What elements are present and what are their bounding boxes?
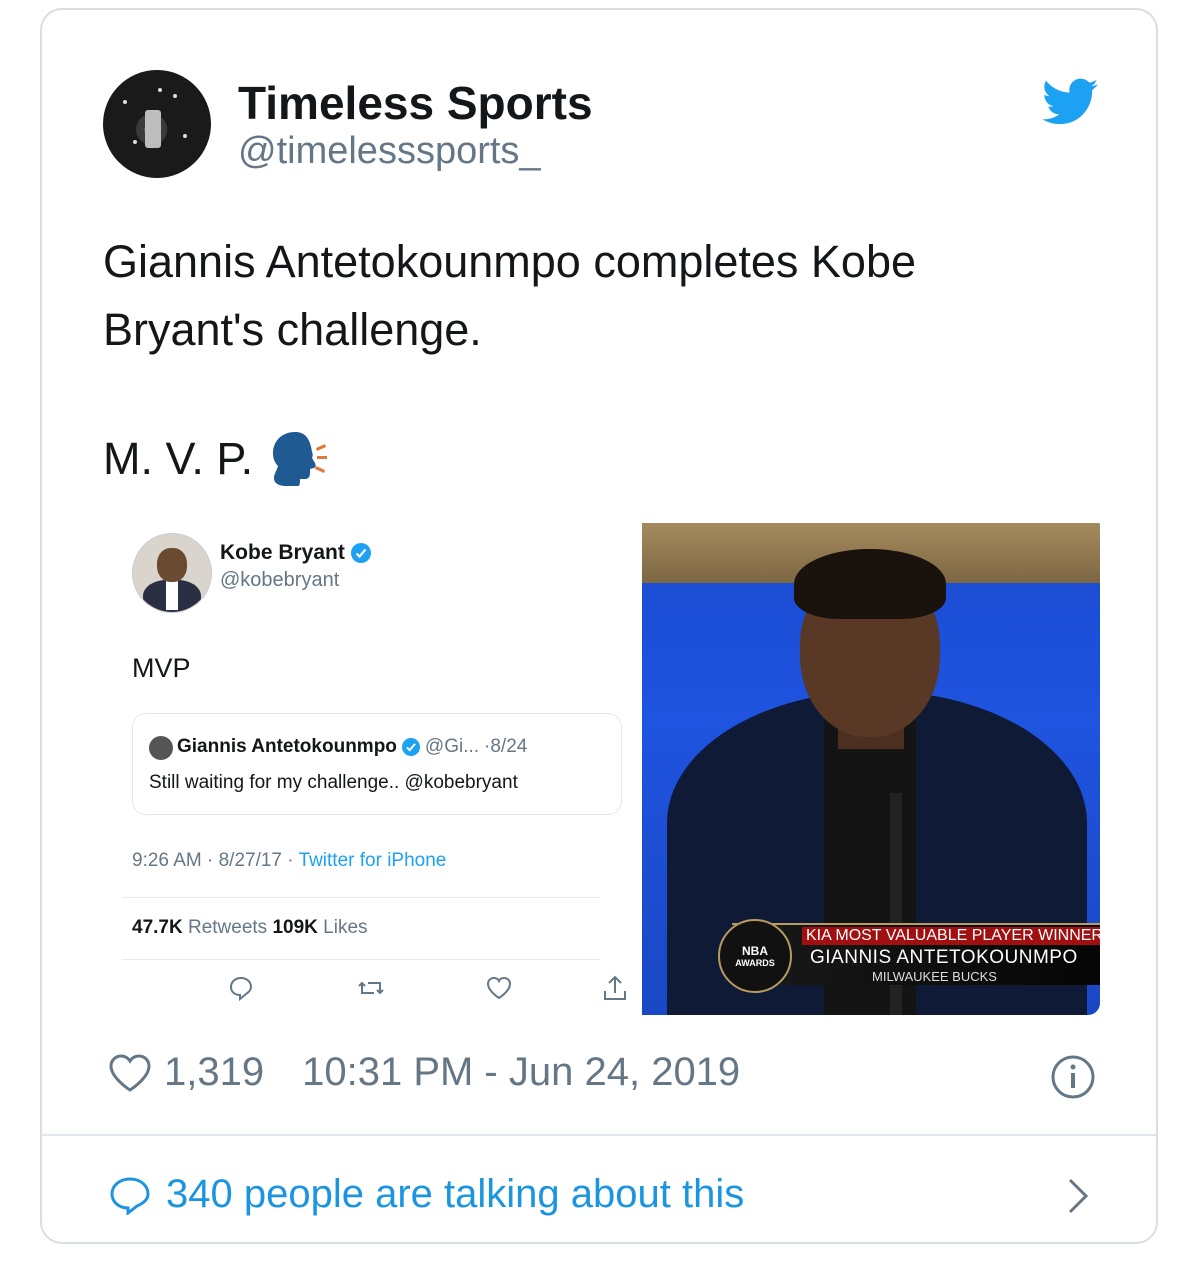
avatar-face	[157, 548, 187, 582]
conversation-link[interactable]: 340 people are talking about this	[108, 1172, 744, 1217]
like-count[interactable]: 1,319	[164, 1050, 264, 1095]
embedded-tweet-text: MVP	[132, 653, 191, 683]
team-name: MILWAUKEE BUCKS	[872, 969, 997, 984]
like-icon	[486, 976, 512, 1000]
avatar-speck	[158, 88, 162, 92]
quoted-header: Giannis Antetokounmpo @Gi... ·8/24	[177, 736, 527, 758]
quoted-handle: @Gi...	[424, 736, 480, 757]
chevron-right-icon[interactable]	[1064, 1176, 1094, 1216]
like-count: 109K	[272, 917, 318, 938]
mvp-award-photo: NBA AWARDS KIA MOST VALUABLE PLAYER WINN…	[642, 523, 1100, 1015]
mvp-text: M. V. P.	[103, 433, 254, 484]
broadcast-lower-third: NBA AWARDS KIA MOST VALUABLE PLAYER WINN…	[718, 919, 1100, 993]
heart-icon[interactable]	[108, 1053, 152, 1093]
embedded-time: 9:26 AM · 8/27/17 ·	[132, 850, 299, 871]
avatar-shirt	[166, 580, 178, 610]
reply-icon	[229, 976, 253, 1002]
embedded-tweet-screenshot: Kobe Bryant @kobebryant MVP Giannis Ante…	[122, 515, 626, 1015]
twitter-bird-icon[interactable]	[1042, 78, 1098, 126]
award-name: MOST VALUABLE PLAYER WINNER	[835, 927, 1100, 944]
quoted-text: Still waiting for my challenge.. @kobebr…	[149, 772, 518, 793]
embedded-stats: 47.7K Retweets 109K Likes	[132, 917, 368, 939]
info-icon[interactable]	[1050, 1054, 1096, 1100]
tweet-card[interactable]: Timeless Sports @timelesssports_ Giannis…	[40, 8, 1158, 1244]
photo-hair	[794, 549, 946, 619]
tweet-text: Giannis Antetokounmpo completes Kobe Bry…	[103, 236, 917, 355]
tweet-footer: 1,319 10:31 PM - Jun 24, 2019	[108, 1050, 740, 1095]
embedded-source: Twitter for iPhone	[298, 850, 447, 871]
avatar-figure	[145, 110, 161, 148]
embedded-display-name: Kobe Bryant	[220, 541, 371, 565]
divider	[42, 1134, 1156, 1136]
divider	[122, 959, 600, 960]
award-title: KIA MOST VALUABLE PLAYER WINNER	[802, 927, 1100, 945]
share-icon	[604, 975, 626, 1000]
badge-bottom-text: AWARDS	[735, 958, 775, 968]
sponsor: KIA	[806, 927, 831, 944]
tweet-text-mvp: M. V. P.	[103, 430, 331, 488]
player-name: GIANNIS ANTETOKOUNMPO	[810, 947, 1078, 968]
quoted-name: Giannis Antetokounmpo	[177, 736, 397, 757]
quoted-date: ·8/24	[484, 736, 528, 757]
avatar-speck	[133, 140, 137, 144]
display-name[interactable]: Timeless Sports	[238, 76, 593, 130]
retweet-count: 47.7K	[132, 917, 183, 938]
verified-badge-icon	[350, 543, 371, 563]
like-label: Likes	[323, 917, 368, 938]
quoted-avatar	[149, 736, 173, 760]
nba-awards-badge: NBA AWARDS	[718, 919, 792, 993]
verified-badge-icon	[401, 738, 420, 756]
embedded-name-text: Kobe Bryant	[220, 541, 345, 564]
tweet-media[interactable]: Kobe Bryant @kobebryant MVP Giannis Ante…	[122, 515, 1100, 1015]
conversation-link-text[interactable]: 340 people are talking about this	[166, 1172, 744, 1217]
avatar[interactable]	[103, 70, 211, 178]
speech-bubble-icon	[110, 1176, 150, 1215]
avatar-speck	[173, 94, 177, 98]
speaking-head-icon	[273, 432, 328, 486]
quoted-tweet: Giannis Antetokounmpo @Gi... ·8/24 Still…	[132, 713, 622, 815]
avatar-speck	[183, 134, 187, 138]
avatar-speck	[123, 100, 127, 104]
embedded-avatar	[132, 533, 212, 613]
embedded-handle: @kobebryant	[220, 569, 340, 591]
timestamp[interactable]: 10:31 PM - Jun 24, 2019	[302, 1050, 740, 1095]
badge-top-text: NBA	[742, 944, 768, 958]
embedded-meta: 9:26 AM · 8/27/17 · Twitter for iPhone	[132, 850, 446, 872]
divider	[122, 897, 600, 898]
retweet-icon	[358, 981, 384, 995]
retweet-label: Retweets	[187, 917, 268, 938]
user-handle[interactable]: @timelesssports_	[238, 130, 541, 173]
